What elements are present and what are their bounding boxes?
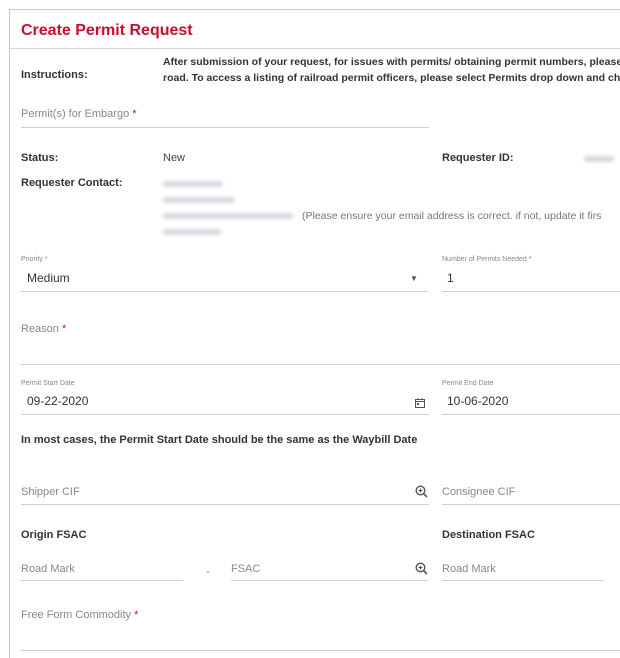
- zoom-in-icon[interactable]: [415, 562, 428, 575]
- requester-contact-label: Requester Contact:: [21, 177, 123, 189]
- priority-label: Priority *: [21, 256, 48, 263]
- contact-name-redacted: [163, 181, 223, 187]
- end-date-label: Permit End Date: [442, 380, 494, 387]
- permit-request-form: Create Permit Request Instructions: Afte…: [9, 9, 620, 658]
- email-hint: (Please ensure your email address is cor…: [302, 210, 602, 222]
- consignee-cif-input[interactable]: Consignee CIF: [442, 486, 515, 498]
- permits-needed-input[interactable]: 1: [447, 271, 454, 285]
- required-marker: *: [134, 609, 139, 621]
- required-marker: *: [61, 323, 67, 335]
- reason-underline: [21, 364, 620, 365]
- start-date-label: Permit Start Date: [21, 380, 75, 387]
- destination-road-mark-input[interactable]: Road Mark: [442, 563, 496, 575]
- instructions-line-1: After submission of your request, for is…: [163, 56, 620, 68]
- origin-road-mark-input[interactable]: Road Mark: [21, 563, 75, 575]
- start-date-input[interactable]: 09-22-2020: [27, 394, 88, 408]
- status-label: Status:: [21, 152, 59, 164]
- end-date-input[interactable]: 10-06-2020: [447, 394, 508, 408]
- instructions-line-2: road. To access a listing of railroad pe…: [163, 72, 620, 84]
- commodity-field[interactable]: Free Form Commodity *: [21, 609, 138, 621]
- priority-underline: [21, 291, 429, 292]
- zoom-in-icon[interactable]: [415, 485, 428, 498]
- caret-down-icon[interactable]: ▼: [410, 275, 418, 283]
- status-value: New: [163, 152, 186, 164]
- origin-fsac-underline: [231, 580, 429, 581]
- title-divider: [10, 48, 620, 49]
- origin-fsac-input[interactable]: FSAC: [231, 563, 260, 575]
- destination-fsac-heading: Destination FSAC: [442, 529, 535, 541]
- reason-label: Reason: [21, 323, 59, 335]
- commodity-underline: [21, 650, 620, 651]
- destination-road-mark-underline: [442, 580, 604, 581]
- priority-select[interactable]: Medium: [27, 271, 70, 285]
- page-title: Create Permit Request: [21, 22, 193, 39]
- start-date-underline: [21, 414, 429, 415]
- permits-needed-label: Number of Permits Needed *: [442, 256, 532, 263]
- origin-road-mark-underline: [21, 580, 183, 581]
- contact-phone-redacted: [163, 229, 221, 235]
- embargo-label: Permit(s) for Embargo: [21, 108, 130, 120]
- requester-id-value-redacted: [584, 156, 614, 162]
- shipper-cif-underline: [21, 504, 429, 505]
- instructions-label: Instructions:: [21, 69, 88, 81]
- requester-id-label: Requester ID:: [442, 152, 514, 164]
- shipper-cif-input[interactable]: Shipper CIF: [21, 486, 80, 498]
- contact-email-redacted: [163, 213, 293, 219]
- commodity-label: Free Form Commodity: [21, 609, 132, 621]
- embargo-field[interactable]: Permit(s) for Embargo *: [21, 108, 137, 120]
- consignee-cif-underline: [442, 504, 620, 505]
- embargo-underline: [21, 127, 429, 128]
- reason-field[interactable]: Reason *: [21, 323, 66, 335]
- end-date-underline: [442, 414, 620, 415]
- calendar-icon[interactable]: [415, 398, 425, 411]
- origin-separator: -: [206, 566, 210, 578]
- contact-company-redacted: [163, 197, 235, 203]
- origin-fsac-heading: Origin FSAC: [21, 529, 87, 541]
- required-marker: *: [132, 108, 137, 120]
- waybill-date-note: In most cases, the Permit Start Date sho…: [21, 434, 418, 446]
- permits-needed-underline: [442, 291, 620, 292]
